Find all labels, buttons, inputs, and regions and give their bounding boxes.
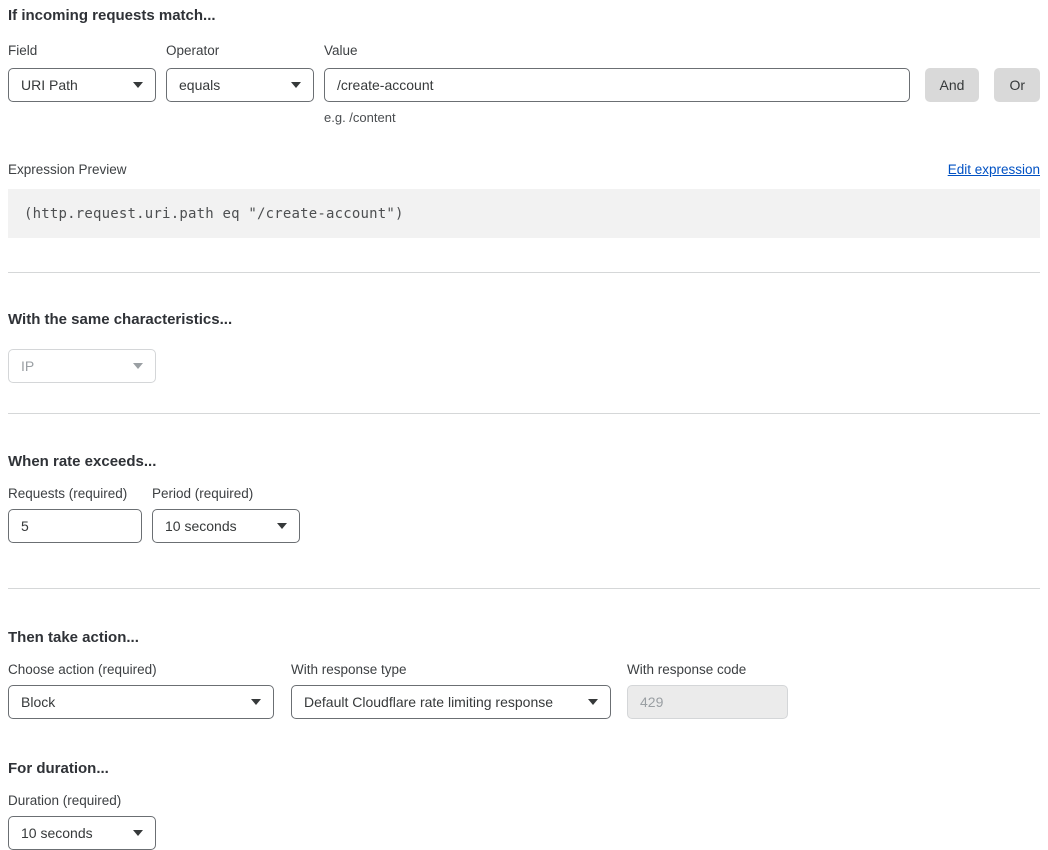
chevron-down-icon <box>291 82 301 88</box>
duration-select-value: 10 seconds <box>21 825 93 841</box>
or-button[interactable]: Or <box>994 68 1040 102</box>
expression-connector-buttons: And Or <box>925 68 1040 102</box>
field-group-field: Field URI Path <box>8 44 156 102</box>
duration-label: Duration (required) <box>8 794 156 808</box>
period-select[interactable]: 10 seconds <box>152 509 300 543</box>
expression-text: (http.request.uri.path eq "/create-accou… <box>24 206 404 222</box>
period-label: Period (required) <box>152 487 300 501</box>
chevron-down-icon <box>251 699 261 705</box>
chevron-down-icon <box>588 699 598 705</box>
rate-fields-row: Requests (required) Period (required) 10… <box>8 487 1040 543</box>
response-code-input <box>627 685 788 719</box>
field-group-action: Choose action (required) Block <box>8 663 274 719</box>
field-group-period: Period (required) 10 seconds <box>152 487 300 543</box>
field-group-response-type: With response type Default Cloudflare ra… <box>291 663 611 719</box>
response-code-label: With response code <box>627 663 788 677</box>
duration-select[interactable]: 10 seconds <box>8 816 156 850</box>
chevron-down-icon <box>133 82 143 88</box>
value-input[interactable] <box>324 68 910 102</box>
expression-preview-header: Expression Preview Edit expression <box>8 162 1040 177</box>
action-select-value: Block <box>21 694 55 710</box>
value-label: Value <box>324 44 910 58</box>
chevron-down-icon <box>133 363 143 369</box>
operator-select-value: equals <box>179 77 220 93</box>
field-group-requests: Requests (required) <box>8 487 142 543</box>
operator-select[interactable]: equals <box>166 68 314 102</box>
match-fields-row: Field URI Path Operator equals Value e.g… <box>8 44 1040 125</box>
field-select[interactable]: URI Path <box>8 68 156 102</box>
chevron-down-icon <box>277 523 287 529</box>
field-label: Field <box>8 44 156 58</box>
period-select-value: 10 seconds <box>165 518 237 534</box>
requests-input[interactable] <box>8 509 142 543</box>
operator-label: Operator <box>166 44 314 58</box>
and-button[interactable]: And <box>925 68 980 102</box>
field-select-value: URI Path <box>21 77 78 93</box>
section-divider <box>8 272 1040 273</box>
rate-section-title: When rate exceeds... <box>8 453 1040 471</box>
value-hint: e.g. /content <box>324 110 910 125</box>
action-label: Choose action (required) <box>8 663 274 677</box>
field-group-response-code: With response code <box>627 663 788 719</box>
characteristic-select-value: IP <box>21 358 34 374</box>
match-section-title: If incoming requests match... <box>8 0 1040 25</box>
action-select[interactable]: Block <box>8 685 274 719</box>
action-fields-row: Choose action (required) Block With resp… <box>8 663 1040 719</box>
expression-preview-label: Expression Preview <box>8 162 127 177</box>
edit-expression-link[interactable]: Edit expression <box>948 162 1040 177</box>
characteristic-select: IP <box>8 349 156 383</box>
expression-preview-code: (http.request.uri.path eq "/create-accou… <box>8 189 1040 238</box>
field-group-operator: Operator equals <box>166 44 314 102</box>
field-group-value: Value e.g. /content <box>324 44 910 125</box>
chevron-down-icon <box>133 830 143 836</box>
section-divider <box>8 413 1040 414</box>
characteristics-section-title: With the same characteristics... <box>8 311 1040 329</box>
requests-label: Requests (required) <box>8 487 142 501</box>
response-type-select-value: Default Cloudflare rate limiting respons… <box>304 694 553 710</box>
section-divider <box>8 588 1040 589</box>
action-section-title: Then take action... <box>8 629 1040 647</box>
duration-section-title: For duration... <box>8 760 1040 778</box>
rate-limit-rule-form: If incoming requests match... Field URI … <box>0 0 1048 850</box>
response-type-label: With response type <box>291 663 611 677</box>
response-type-select[interactable]: Default Cloudflare rate limiting respons… <box>291 685 611 719</box>
